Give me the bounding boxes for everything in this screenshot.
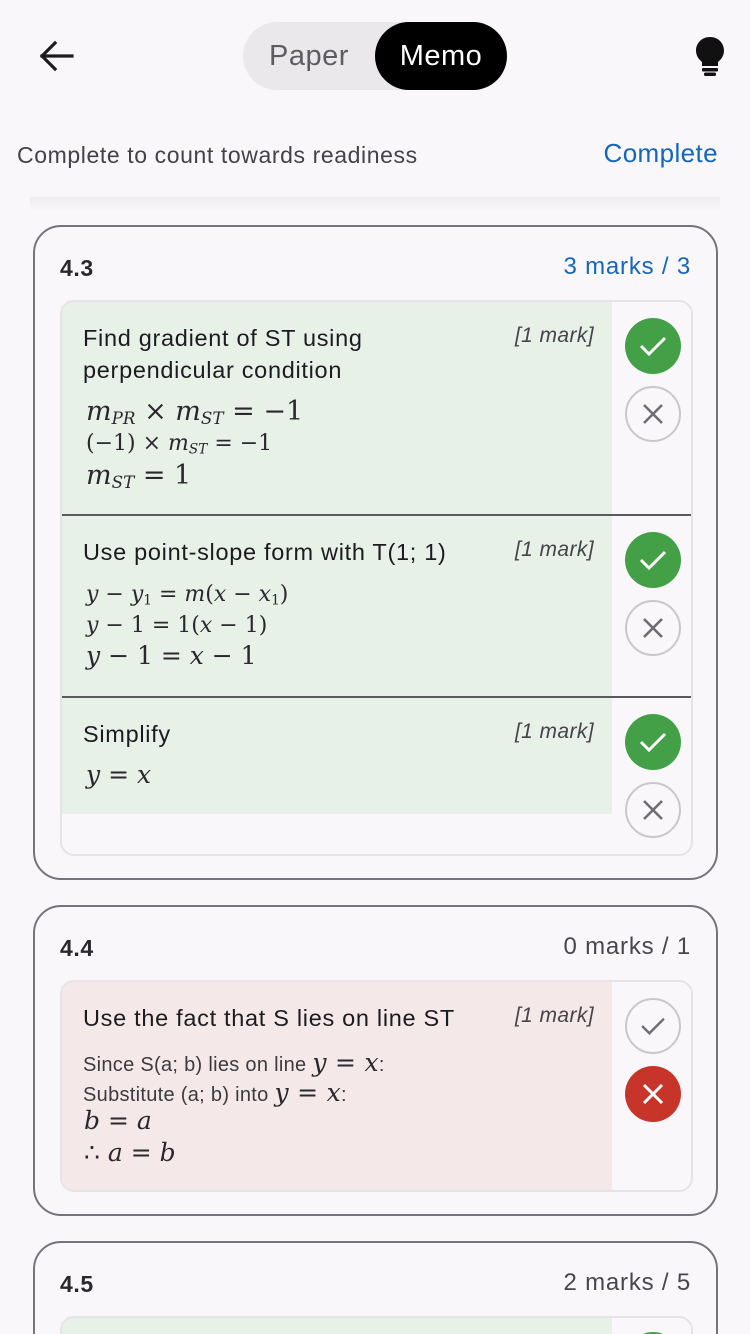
step-content: Use the fact that S lies on line ST [1 m… (62, 982, 612, 1190)
step-content (62, 1318, 612, 1334)
step-title: Use point-slope form with T(1; 1) (83, 539, 447, 565)
close-icon (642, 1083, 664, 1105)
question-card: 4.4 0 marks / 1 Use the fact that S lies… (33, 905, 718, 1216)
mark-correct-button[interactable] (625, 532, 681, 588)
question-number: 4.5 (60, 1271, 94, 1297)
question-number: 4.4 (60, 935, 94, 961)
step-title: Find gradient of ST using perpendicular … (83, 325, 363, 383)
close-icon (643, 618, 663, 638)
memo-step: Use the fact that S lies on line ST [1 m… (62, 982, 691, 1190)
step-title: Simplify (83, 721, 171, 747)
tab-paper[interactable]: Paper (243, 22, 375, 90)
close-icon (643, 800, 663, 820)
hint-button[interactable] (684, 28, 736, 84)
math-line: y − 1 = 1(x − 1) (86, 613, 268, 638)
paper-memo-toggle[interactable]: Paper Memo (243, 22, 507, 90)
memo-step: Use point-slope form with T(1; 1) [1 mar… (62, 516, 691, 696)
question-marks: 0 marks / 1 (563, 933, 691, 960)
math-line: mST = 1 (86, 460, 192, 493)
math-line: y − y1 = m(x − x1) (86, 582, 289, 609)
check-icon (639, 550, 667, 571)
step-mark: [1 mark] (514, 720, 594, 743)
question-card: 4.5 2 marks / 5 (33, 1241, 718, 1334)
mark-wrong-button[interactable] (625, 386, 681, 442)
readiness-bar: Complete to count towards readiness Comp… (0, 118, 750, 198)
mark-correct-button[interactable] (625, 318, 681, 374)
arrow-left-icon (39, 40, 74, 72)
mark-wrong-button[interactable] (625, 782, 681, 838)
check-icon (639, 336, 667, 357)
math-line: y = x (86, 760, 152, 789)
step-mark: [1 mark] (514, 324, 594, 347)
question-marks: 2 marks / 5 (563, 1269, 691, 1296)
top-bar: Paper Memo (0, 0, 750, 112)
back-button[interactable] (30, 30, 82, 82)
question-number: 4.3 (60, 255, 94, 281)
step-content: Find gradient of ST using perpendicular … (62, 302, 612, 516)
memo-steps: Use the fact that S lies on line ST [1 m… (60, 980, 693, 1192)
mark-correct-button[interactable] (625, 998, 681, 1054)
close-icon (643, 404, 663, 424)
mark-wrong-button[interactable] (625, 1066, 681, 1122)
lightbulb-icon (696, 37, 724, 76)
step-content: Use point-slope form with T(1; 1) [1 mar… (62, 516, 612, 696)
tab-memo[interactable]: Memo (375, 22, 507, 90)
math-line: ∴ a = b (84, 1138, 176, 1167)
math-line: y − 1 = x − 1 (86, 641, 257, 670)
step-title: Use the fact that S lies on line ST (83, 1005, 455, 1031)
question-card: 4.3 3 marks / 3 Find gradient of ST usin… (33, 225, 718, 880)
mark-wrong-button[interactable] (625, 600, 681, 656)
memo-text-line: Since S(a; b) lies on line y = x: (83, 1048, 385, 1077)
step-content: Simplify [1 mark] y = x (62, 698, 612, 814)
complete-button[interactable]: Complete (604, 138, 718, 169)
step-mark: [1 mark] (514, 538, 594, 561)
mark-correct-button[interactable] (625, 714, 681, 770)
check-icon (639, 732, 667, 753)
math-line: b = a (84, 1106, 152, 1135)
readiness-text: Complete to count towards readiness (17, 142, 418, 168)
math-line: mPR × mST = −1 (86, 396, 304, 429)
question-marks: 3 marks / 3 (563, 253, 691, 280)
step-mark: [1 mark] (514, 1004, 594, 1027)
memo-steps (60, 1316, 693, 1334)
scroll-shadow (30, 197, 720, 211)
memo-step: Simplify [1 mark] y = x (62, 698, 691, 854)
memo-steps: Find gradient of ST using perpendicular … (60, 300, 693, 856)
check-icon (641, 1017, 665, 1035)
math-line: (−1) × mST = −1 (86, 431, 273, 458)
memo-step: Find gradient of ST using perpendicular … (62, 302, 691, 516)
memo-text-line: Substitute (a; b) into y = x: (83, 1078, 347, 1107)
